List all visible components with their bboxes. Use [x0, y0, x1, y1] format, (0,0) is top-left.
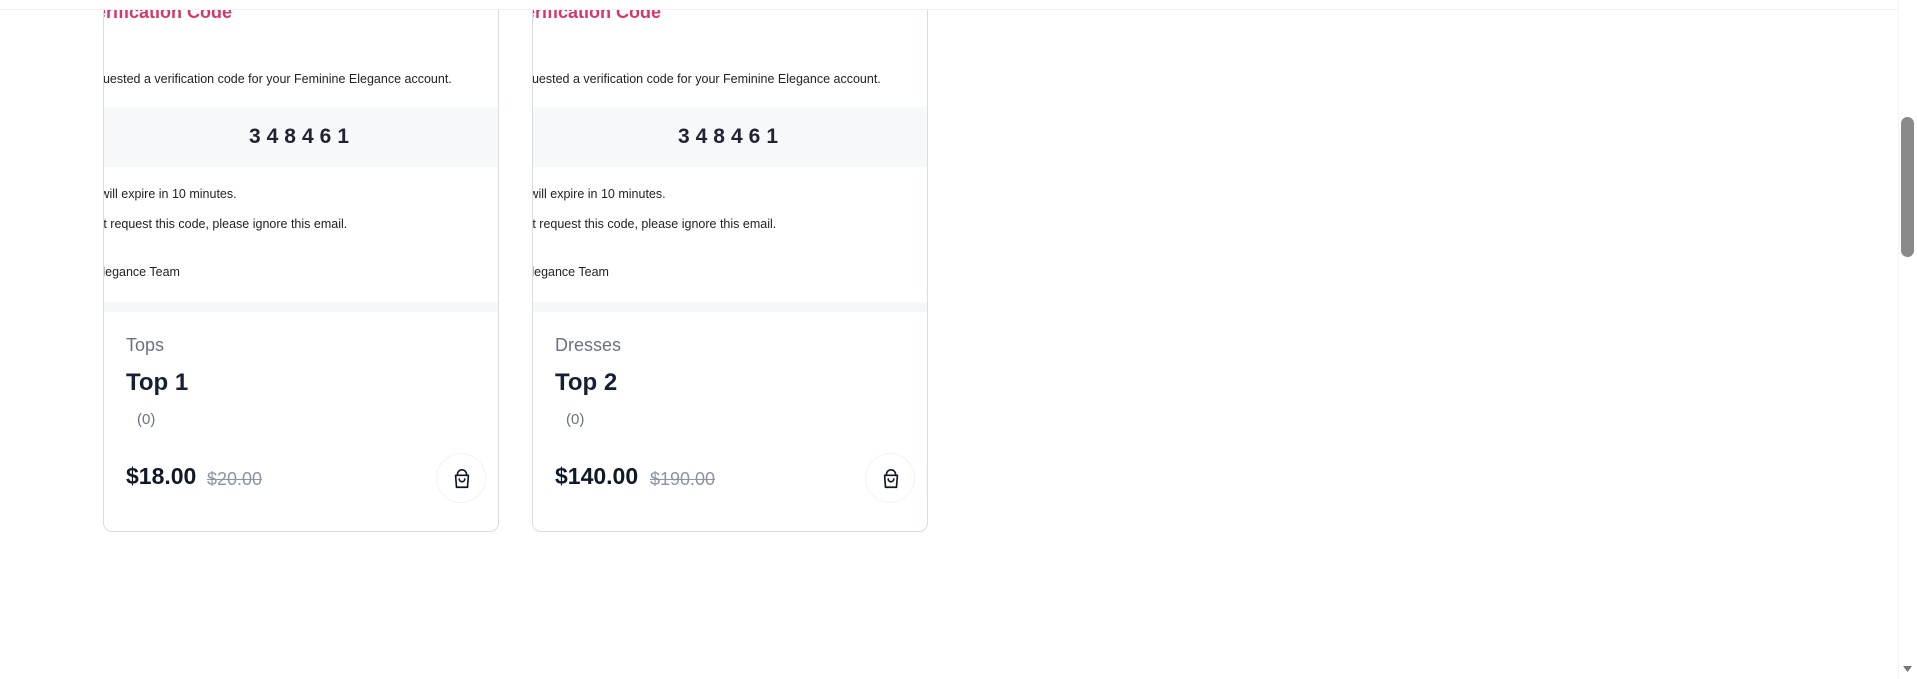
email-request-line: quested a verification code for your Fem…	[104, 72, 452, 86]
email-team-line: Elegance Team	[104, 265, 180, 279]
shopping-bag-icon	[883, 469, 899, 489]
verification-code: 348461	[677, 125, 785, 148]
verification-code-band: 348461	[104, 107, 498, 167]
product-image: /erification Code quested a verification…	[104, 0, 498, 312]
product-grid-page: /erification Code quested a verification…	[0, 0, 1917, 679]
review-count: (0)	[137, 411, 156, 428]
verification-code: 348461	[248, 125, 356, 148]
verification-code-band: 348461	[533, 107, 927, 167]
product-old-price: $190.00	[650, 469, 716, 489]
vertical-scrollbar-track[interactable]	[1898, 0, 1917, 679]
email-expire-line: e will expire in 10 minutes.	[104, 187, 237, 201]
chevron-down-icon[interactable]	[1901, 662, 1914, 675]
shopping-bag-icon	[454, 469, 470, 489]
add-to-cart-button[interactable]	[436, 453, 486, 503]
email-team-line: Elegance Team	[533, 265, 609, 279]
product-price: $140.00	[555, 463, 639, 489]
product-image: /erification Code quested a verification…	[533, 0, 927, 312]
product-title[interactable]: Top 2	[555, 369, 617, 397]
email-request-line: quested a verification code for your Fem…	[533, 72, 881, 86]
product-category: Tops	[126, 335, 165, 355]
product-old-price: $20.00	[207, 469, 263, 489]
review-count: (0)	[566, 411, 585, 428]
email-expire-line: e will expire in 10 minutes.	[533, 187, 666, 201]
product-card-top-2[interactable]: /erification Code quested a verification…	[532, 0, 928, 532]
vertical-scrollbar-thumb[interactable]	[1901, 117, 1914, 257]
header-edge	[0, 0, 1898, 10]
product-category: Dresses	[555, 335, 622, 355]
product-title[interactable]: Top 1	[126, 369, 188, 397]
add-to-cart-button[interactable]	[865, 453, 915, 503]
email-ignore-line: n't request this code, please ignore thi…	[104, 217, 348, 231]
email-ignore-line: n't request this code, please ignore thi…	[533, 217, 777, 231]
product-price: $18.00	[126, 463, 197, 489]
product-card-top-1[interactable]: /erification Code quested a verification…	[103, 0, 499, 532]
